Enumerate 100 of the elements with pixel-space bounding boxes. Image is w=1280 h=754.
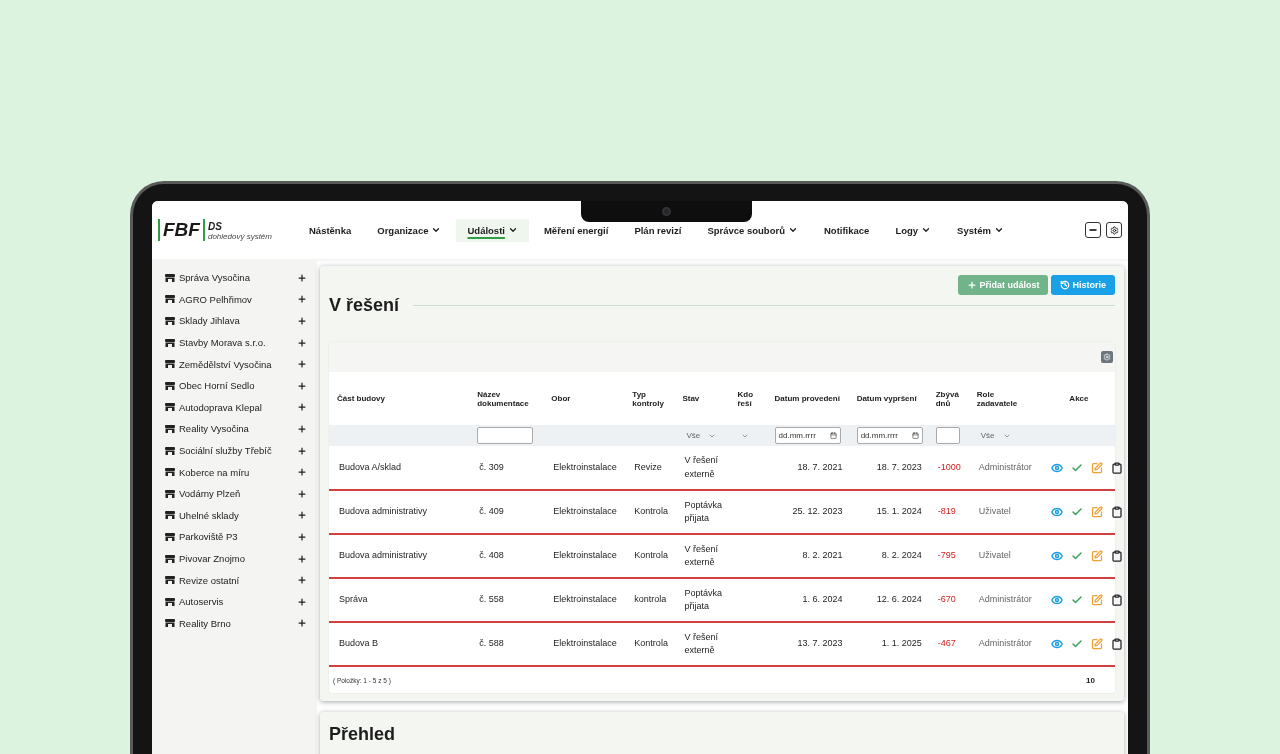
building-icon	[165, 295, 175, 304]
nav-item[interactable]: Logy	[884, 218, 943, 242]
filter-select[interactable]: Vše	[682, 431, 726, 440]
sidebar-item[interactable]: Správa Vysočina	[165, 267, 317, 289]
expand-icon[interactable]	[297, 467, 307, 478]
expand-icon[interactable]	[297, 294, 307, 305]
building-icon	[165, 273, 175, 282]
expand-icon[interactable]	[297, 423, 307, 434]
table-cell: Elektroinstalace	[553, 506, 617, 517]
expand-icon[interactable]	[297, 531, 307, 542]
nav-item[interactable]: Měření energií	[532, 218, 620, 242]
expand-icon[interactable]	[297, 553, 307, 564]
clipboard-icon[interactable]	[1110, 594, 1123, 606]
sidebar-item[interactable]: AGRO Pelhřimov	[165, 288, 317, 311]
table-cell: Budova B	[339, 638, 379, 649]
table-cell: -1000	[937, 461, 961, 472]
clipboard-icon[interactable]	[1110, 550, 1123, 562]
nav-item[interactable]: Plán revizí	[623, 218, 693, 242]
table-cell: Revize	[634, 461, 662, 472]
filter-field[interactable]	[477, 427, 534, 444]
nav-item[interactable]: Správce souborů	[696, 218, 809, 242]
view-icon[interactable]	[1050, 461, 1063, 474]
table-cell: Uživatel	[978, 550, 1011, 561]
table-cell: 8. 2. 2021	[802, 550, 843, 561]
nav-item[interactable]: Organizace	[366, 218, 453, 242]
expand-icon[interactable]	[297, 316, 307, 326]
sidebar-item[interactable]: Parkoviště P3	[165, 526, 317, 548]
table-cell: -467	[937, 638, 956, 649]
table-cell: V řešení externě	[684, 631, 718, 655]
building-icon	[165, 317, 175, 325]
expand-icon[interactable]	[297, 272, 307, 283]
clipboard-icon[interactable]	[1110, 461, 1123, 474]
sidebar-item[interactable]: Vodárny Plzeň	[165, 482, 317, 505]
sidebar-item[interactable]: Autoservis	[165, 590, 317, 613]
building-icon	[165, 338, 175, 347]
sidebar-item[interactable]: Zemědělství Vysočina	[165, 353, 317, 375]
expand-icon[interactable]	[297, 337, 307, 348]
table-cell: Uživatel	[978, 506, 1011, 517]
check-icon[interactable]	[1070, 594, 1083, 606]
gear-icon	[1109, 225, 1119, 235]
table-cell: č. 558	[479, 594, 504, 605]
history-icon	[1060, 280, 1071, 290]
sidebar-item[interactable]: Reality Brno	[165, 612, 317, 635]
building-icon	[165, 424, 175, 433]
check-icon[interactable]	[1070, 638, 1083, 650]
view-icon[interactable]	[1050, 638, 1063, 650]
table-cell: Poptávka přijata	[684, 587, 722, 611]
sidebar-item[interactable]: Autodoprava Klepal	[165, 396, 317, 419]
minimize-button[interactable]	[1085, 222, 1101, 238]
sidebar-item[interactable]: Revize ostatní	[165, 569, 317, 591]
sidebar-item[interactable]: Reality Vysočina	[165, 418, 317, 440]
expand-icon[interactable]	[297, 575, 307, 586]
clipboard-icon[interactable]	[1110, 506, 1123, 518]
view-icon[interactable]	[1050, 550, 1063, 562]
expand-icon[interactable]	[297, 488, 307, 499]
date-field[interactable]: dd.mm.rrrr	[856, 427, 923, 444]
nav-item[interactable]: Nástěnka	[298, 218, 363, 242]
date-field[interactable]: dd.mm.rrrr	[774, 427, 841, 444]
sidebar-item[interactable]: Uhelné sklady	[165, 504, 317, 527]
column-header: Datum vypršení	[848, 372, 928, 425]
filter-field[interactable]	[935, 427, 960, 444]
table-cell: Administrátor	[978, 461, 1032, 472]
table-cell: Budova A/sklad	[339, 461, 402, 472]
sidebar-item[interactable]: Pivovar Znojmo	[165, 547, 317, 570]
column-header: Část budovy	[329, 372, 470, 425]
expand-icon[interactable]	[297, 618, 307, 629]
table-cell: 15. 1. 2024	[876, 506, 922, 517]
view-icon[interactable]	[1050, 506, 1063, 518]
nav-item[interactable]: Systém	[946, 218, 1015, 242]
sidebar-item[interactable]: Koberce na míru	[165, 461, 317, 483]
nav-item[interactable]: Notifikace	[813, 218, 881, 242]
table-cell: Poptávka přijata	[684, 499, 722, 523]
expand-icon[interactable]	[297, 445, 307, 456]
nav-item[interactable]: Události	[456, 218, 529, 242]
check-icon[interactable]	[1070, 550, 1083, 562]
filter-select[interactable]: Vše	[976, 431, 1037, 440]
check-icon[interactable]	[1070, 506, 1083, 518]
table-cell: Elektroinstalace	[553, 638, 617, 649]
calendar-icon	[911, 432, 919, 439]
section-title: Přehled	[329, 724, 397, 745]
clipboard-icon[interactable]	[1110, 638, 1123, 650]
expand-icon[interactable]	[297, 402, 307, 413]
settings-button[interactable]	[1106, 222, 1122, 238]
sidebar-item[interactable]: Obec Horní Sedlo	[165, 374, 317, 397]
sidebar-item[interactable]: Sklady Jihlava	[165, 310, 317, 332]
expand-icon[interactable]	[297, 510, 307, 521]
section-title: V řešení	[329, 295, 400, 316]
table-cell: 1. 1. 2025	[881, 638, 922, 649]
building-icon	[165, 403, 175, 412]
building-icon	[165, 619, 175, 628]
check-icon[interactable]	[1070, 461, 1083, 474]
expand-icon[interactable]	[297, 596, 307, 607]
sidebar-item[interactable]: Stavby Morava s.r.o.	[165, 331, 317, 354]
page-size[interactable]: 10	[1086, 675, 1095, 685]
table-cell: Administrátor	[978, 638, 1032, 649]
expand-icon[interactable]	[297, 380, 307, 391]
expand-icon[interactable]	[297, 359, 307, 370]
view-icon[interactable]	[1050, 594, 1063, 606]
sidebar-item[interactable]: Sociální služby Třebíč	[165, 439, 317, 462]
building-icon	[165, 597, 175, 606]
